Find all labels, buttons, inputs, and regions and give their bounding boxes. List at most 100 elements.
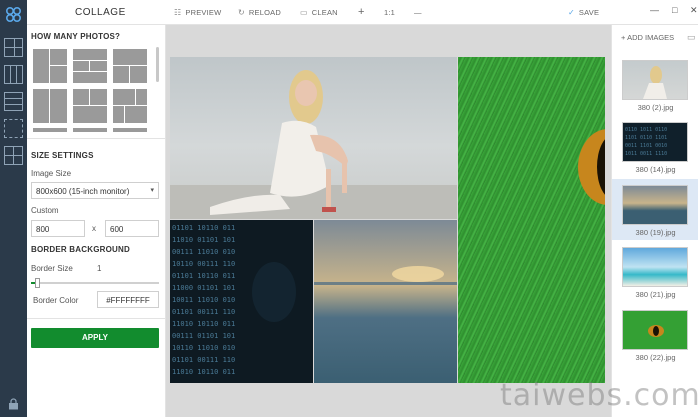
collage-photo-woman[interactable] bbox=[170, 57, 457, 219]
size-settings-heading: SIZE SETTINGS bbox=[31, 151, 94, 160]
svg-text:1101 0110 1101: 1101 0110 1101 bbox=[625, 135, 667, 141]
how-many-photos-heading: HOW MANY PHOTOS? bbox=[31, 32, 121, 41]
height-input[interactable]: 600 bbox=[105, 220, 159, 237]
image-filename: 380 (21).jpg bbox=[635, 290, 676, 299]
layout-option-5[interactable] bbox=[73, 89, 107, 123]
image-thumbnail bbox=[622, 60, 688, 100]
svg-text:01101 00111 110: 01101 00111 110 bbox=[172, 308, 235, 316]
reload-label: RELOAD bbox=[248, 8, 281, 17]
svg-text:11010 10110 011: 11010 10110 011 bbox=[172, 368, 235, 376]
layout-columns-icon[interactable] bbox=[4, 65, 23, 84]
layout-option-2[interactable] bbox=[73, 49, 107, 83]
apply-button[interactable]: APPLY bbox=[31, 328, 159, 348]
border-size-value: 1 bbox=[97, 264, 102, 273]
preview-button[interactable]: ☷ PREVIEW bbox=[174, 8, 221, 17]
maximize-button[interactable]: □ bbox=[672, 5, 677, 15]
collage-photo-sea[interactable] bbox=[314, 220, 457, 383]
image-filename: 380 (19).jpg bbox=[635, 228, 676, 237]
image-item[interactable]: 380 (21).jpg bbox=[612, 241, 698, 302]
border-size-label: Border Size bbox=[31, 264, 73, 273]
svg-text:01101 00111 110: 01101 00111 110 bbox=[172, 356, 235, 364]
layout-grid-icon[interactable] bbox=[4, 38, 23, 57]
image-size-select[interactable]: 800x600 (15-inch monitor) ▾ bbox=[31, 182, 159, 199]
image-thumbnail bbox=[622, 310, 688, 350]
image-size-value: 800x600 (15-inch monitor) bbox=[36, 187, 130, 196]
layout-option-7[interactable] bbox=[33, 128, 67, 132]
border-size-slider[interactable] bbox=[31, 282, 159, 284]
svg-text:10011 11010 010: 10011 11010 010 bbox=[172, 296, 235, 304]
collage-photo-binary[interactable]: 01101 10110 011 11010 01101 101 00111 1101… bbox=[170, 220, 313, 383]
times-symbol: x bbox=[92, 224, 96, 233]
layout-quad-icon[interactable] bbox=[4, 146, 23, 165]
lock-icon[interactable] bbox=[8, 398, 19, 410]
image-item-selected[interactable]: 380 (19).jpg bbox=[612, 179, 698, 240]
settings-panel: HOW MANY PHOTOS? SIZE SETTINGS Image Siz… bbox=[27, 25, 166, 417]
save-button[interactable]: ✓ SAVE bbox=[568, 8, 599, 17]
image-filename: 380 (14).jpg bbox=[635, 165, 676, 174]
save-label: SAVE bbox=[578, 8, 600, 17]
image-thumbnail bbox=[622, 185, 688, 225]
svg-text:10110 00111 110: 10110 00111 110 bbox=[172, 260, 235, 268]
clean-button[interactable]: ▭ CLEAN bbox=[300, 8, 338, 17]
layout-option-4[interactable] bbox=[33, 89, 67, 123]
clean-label: CLEAN bbox=[311, 8, 338, 17]
collage-photo-grass[interactable] bbox=[458, 57, 605, 383]
image-filename: 380 (22).jpg bbox=[635, 353, 676, 362]
svg-text:10110 11010 010: 10110 11010 010 bbox=[172, 344, 235, 352]
svg-text:0110 1011 0110: 0110 1011 0110 bbox=[625, 127, 667, 133]
svg-text:01101 10110 011: 01101 10110 011 bbox=[172, 224, 235, 232]
svg-text:00111 11010 010: 00111 11010 010 bbox=[172, 248, 235, 256]
trash-icon[interactable]: ▭ bbox=[687, 32, 696, 43]
layout-option-9[interactable] bbox=[113, 128, 147, 132]
divider bbox=[27, 318, 165, 319]
image-thumbnail: 0110 1011 0110 1101 0110 1101 0011 1101 00… bbox=[622, 122, 688, 162]
minimize-button[interactable]: — bbox=[650, 5, 659, 15]
image-thumbnail bbox=[622, 247, 688, 287]
width-input[interactable]: 800 bbox=[31, 220, 85, 237]
layout-scrollbar[interactable] bbox=[156, 47, 159, 82]
svg-text:0011 1101 0010: 0011 1101 0010 bbox=[625, 143, 667, 149]
image-size-label: Image Size bbox=[31, 169, 72, 178]
close-button[interactable]: ✕ bbox=[690, 5, 698, 16]
app-title: COLLAGE bbox=[75, 7, 126, 18]
ratio-button[interactable]: 1:1 bbox=[384, 8, 395, 17]
app-logo-icon bbox=[5, 6, 22, 23]
layout-rows-icon[interactable] bbox=[4, 92, 23, 111]
svg-text:11010 01101 101: 11010 01101 101 bbox=[172, 236, 235, 244]
divider bbox=[27, 138, 165, 139]
layout-option-1[interactable] bbox=[33, 49, 67, 83]
top-toolbar: COLLAGE ☷ PREVIEW ↻ RELOAD ▭ CLEAN + 1:1 — … bbox=[27, 0, 698, 25]
border-color-label: Border Color bbox=[33, 296, 79, 305]
reload-button[interactable]: ↻ RELOAD bbox=[238, 8, 281, 17]
svg-text:00111 01101 101: 00111 01101 101 bbox=[172, 332, 235, 340]
image-item[interactable]: 380 (2).jpg bbox=[612, 54, 698, 115]
collage-canvas: 01101 10110 011 11010 01101 101 00111 1101… bbox=[166, 25, 611, 417]
border-size-slider-handle[interactable] bbox=[35, 278, 40, 288]
dropdown-arrow-icon: ▾ bbox=[150, 187, 154, 194]
zoom-out-button[interactable]: — bbox=[414, 8, 422, 17]
preview-icon: ☷ bbox=[174, 8, 182, 17]
svg-text:01101 10110 011: 01101 10110 011 bbox=[172, 272, 235, 280]
add-images-label: ADD IMAGES bbox=[627, 33, 675, 42]
svg-text:11010 10110 011: 11010 10110 011 bbox=[172, 320, 235, 328]
crop-icon[interactable] bbox=[4, 119, 23, 138]
svg-text:11000 01101 101: 11000 01101 101 bbox=[172, 284, 235, 292]
svg-text:1011 0011 1110: 1011 0011 1110 bbox=[625, 151, 667, 157]
layout-option-8[interactable] bbox=[73, 128, 107, 132]
check-icon: ✓ bbox=[568, 8, 575, 17]
preview-label: PREVIEW bbox=[185, 8, 222, 17]
image-list-panel: + ADD IMAGES ▭ 380 (2).jpg 0110 1011 011… bbox=[611, 25, 698, 417]
trash-icon: ▭ bbox=[300, 8, 308, 17]
border-color-input[interactable]: #FFFFFFFF bbox=[97, 291, 159, 308]
image-item[interactable]: 380 (22).jpg bbox=[612, 304, 698, 365]
image-item[interactable]: 0110 1011 0110 1101 0110 1101 0011 1101 00… bbox=[612, 116, 698, 177]
watermark: taiwebs.com bbox=[500, 378, 698, 413]
zoom-in-button[interactable]: + bbox=[358, 6, 365, 18]
add-images-button[interactable]: + ADD IMAGES bbox=[621, 33, 674, 42]
image-filename: 380 (2).jpg bbox=[637, 103, 674, 112]
reload-icon: ↻ bbox=[238, 8, 245, 17]
layout-option-3[interactable] bbox=[113, 49, 147, 83]
layout-option-6[interactable] bbox=[113, 89, 147, 123]
border-background-heading: BORDER BACKGROUND bbox=[31, 245, 130, 254]
left-rail bbox=[0, 0, 27, 417]
